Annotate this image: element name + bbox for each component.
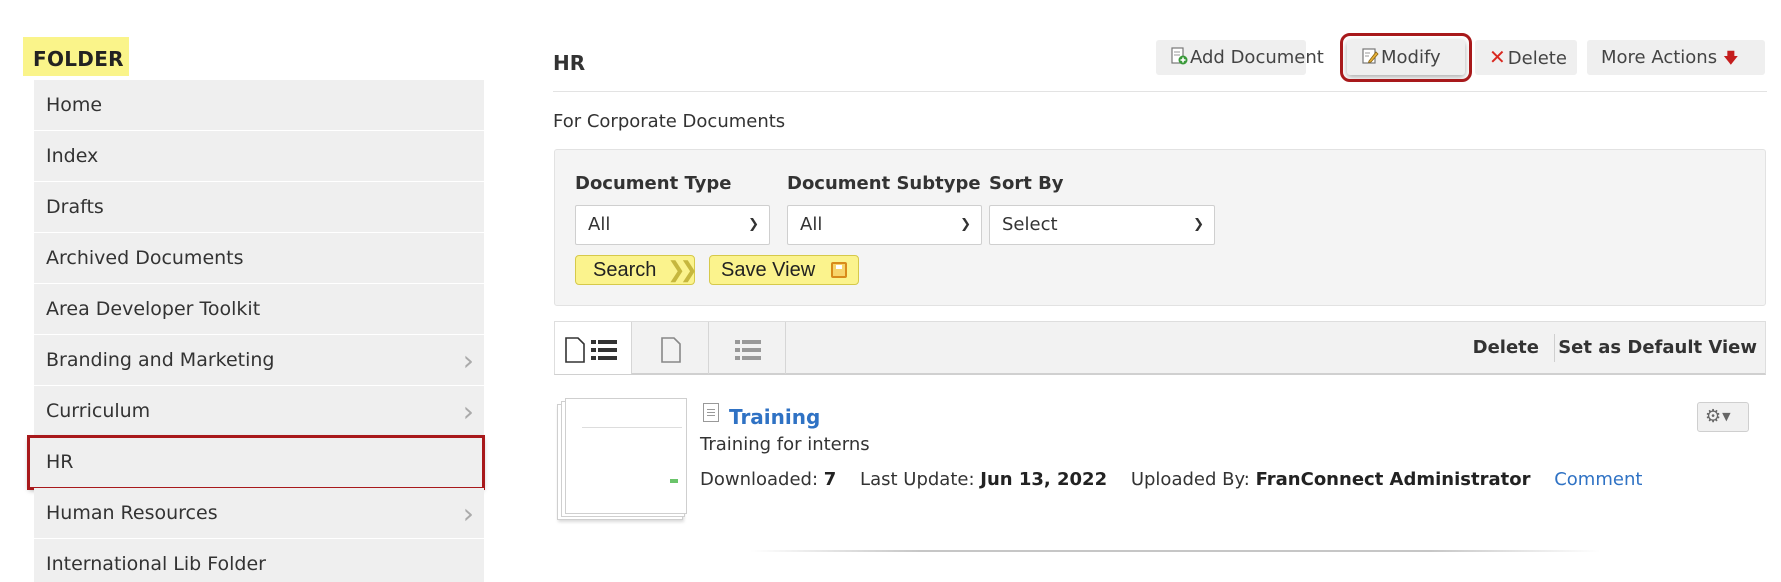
search-button[interactable]: Search ❯❯ (575, 255, 698, 285)
document-type-label: Document Type (575, 173, 732, 194)
chevron-down-icon: ❯ (748, 217, 759, 232)
uploaded-by-value: FranConnect Administrator (1255, 469, 1531, 490)
chevron-down-icon: ❯ (1193, 217, 1204, 232)
filter-panel: Document Type Document Subtype Sort By A… (554, 149, 1766, 306)
last-update-value: Jun 13, 2022 (980, 469, 1108, 490)
sidebar-item-hr[interactable]: HR (27, 435, 485, 490)
chevron-right-icon: › (462, 395, 474, 428)
search-label: Search (593, 259, 657, 281)
sidebar-item-archived-documents[interactable]: Archived Documents (34, 233, 484, 284)
folder-heading: FOLDER (23, 37, 129, 76)
gear-icon: ⚙ (1705, 406, 1722, 427)
document-actions-button[interactable]: ⚙▼ (1697, 402, 1749, 432)
add-document-label: Add Document (1190, 47, 1324, 68)
sidebar-item-index[interactable]: Index (34, 131, 484, 182)
downloaded-label: Downloaded: (700, 469, 819, 490)
sidebar-item-area-developer-toolkit[interactable]: Area Developer Toolkit (34, 284, 484, 335)
modify-button[interactable]: Modify (1340, 33, 1472, 82)
sidebar-item-label: Curriculum (46, 400, 151, 422)
sort-by-select[interactable]: Select ❯ (989, 205, 1215, 245)
modify-label: Modify (1381, 47, 1441, 68)
sidebar-item-curriculum[interactable]: Curriculum › (34, 386, 484, 437)
sidebar-item-label: Human Resources (46, 502, 218, 524)
sidebar-item-branding-and-marketing[interactable]: Branding and Marketing › (34, 335, 484, 386)
sidebar-item-label: HR (46, 451, 74, 473)
add-document-icon (1170, 42, 1188, 77)
comment-link[interactable]: Comment (1554, 469, 1642, 490)
view-bar: Delete Set as Default View (554, 321, 1766, 375)
sort-by-label: Sort By (989, 173, 1064, 194)
list-icon (735, 340, 761, 360)
double-chevron-icon: ❯❯ (667, 257, 698, 282)
chevron-right-icon: › (462, 344, 474, 377)
document-title-link[interactable]: Training (729, 405, 820, 429)
sidebar-item-human-resources[interactable]: Human Resources › (34, 488, 484, 539)
more-actions-label: More Actions (1601, 47, 1718, 68)
close-icon: ✕ (1489, 45, 1506, 69)
sidebar-item-drafts[interactable]: Drafts (34, 182, 484, 233)
page-title: HR (553, 51, 586, 75)
document-description: Training for interns (700, 434, 870, 455)
sidebar-item-label: Drafts (46, 196, 104, 218)
sidebar-item-label: Branding and Marketing (46, 349, 275, 371)
caret-down-icon: ▼ (1722, 410, 1731, 423)
document-type-select[interactable]: All ❯ (575, 205, 770, 245)
save-disk-icon (831, 262, 847, 278)
document-subtype-value: All (800, 214, 823, 235)
add-document-button[interactable]: Add Document (1156, 40, 1324, 77)
arrow-down-icon: 🡇 (1723, 49, 1739, 67)
view-list-tab[interactable] (709, 322, 786, 374)
document-meta: Downloaded: 7 Last Update: Jun 13, 2022 … (700, 469, 1642, 490)
sort-by-value: Select (1002, 214, 1058, 235)
thumbnail-icon (661, 337, 681, 363)
sidebar-item-home[interactable]: Home (34, 80, 484, 131)
sidebar-item-international-lib-folder[interactable]: International Lib Folder (34, 539, 484, 582)
sidebar-item-label: Area Developer Toolkit (46, 298, 261, 320)
uploaded-by-label: Uploaded By: (1130, 469, 1250, 490)
view-delete-link[interactable]: Delete (1473, 337, 1539, 358)
delete-label: Delete (1507, 48, 1567, 69)
chevron-down-icon: ❯ (960, 217, 971, 232)
sidebar-item-label: Index (46, 145, 99, 167)
view-thumb-list-tab[interactable] (555, 322, 632, 374)
document-subtype-label: Document Subtype (787, 173, 981, 194)
document-subtype-select[interactable]: All ❯ (787, 205, 982, 245)
view-bar-separator (1554, 334, 1555, 362)
document-file-icon (703, 403, 719, 422)
more-actions-button[interactable]: More Actions 🡇 (1587, 40, 1765, 75)
thumbnail-list-icon (565, 337, 617, 363)
document-thumbnail[interactable] (557, 398, 687, 522)
last-update-label: Last Update: (860, 469, 975, 490)
view-thumbnail-tab[interactable] (632, 322, 709, 374)
set-default-view-link[interactable]: Set as Default View (1558, 337, 1757, 358)
sidebar-item-label: International Lib Folder (46, 553, 266, 575)
delete-button[interactable]: ✕ Delete (1475, 40, 1577, 75)
downloaded-count: 7 (823, 469, 837, 490)
folder-sidebar: Home Index Drafts Archived Documents Are… (27, 80, 485, 582)
folder-description: For Corporate Documents (553, 111, 786, 132)
header-divider (553, 91, 1767, 92)
edit-document-icon (1361, 42, 1379, 77)
sidebar-item-label: Archived Documents (46, 247, 244, 269)
list-divider (750, 550, 1600, 552)
document-type-value: All (588, 214, 611, 235)
sidebar-item-label: Home (46, 94, 103, 116)
save-view-button[interactable]: Save View (709, 255, 859, 285)
save-view-label: Save View (721, 259, 816, 281)
chevron-right-icon: › (462, 497, 474, 530)
